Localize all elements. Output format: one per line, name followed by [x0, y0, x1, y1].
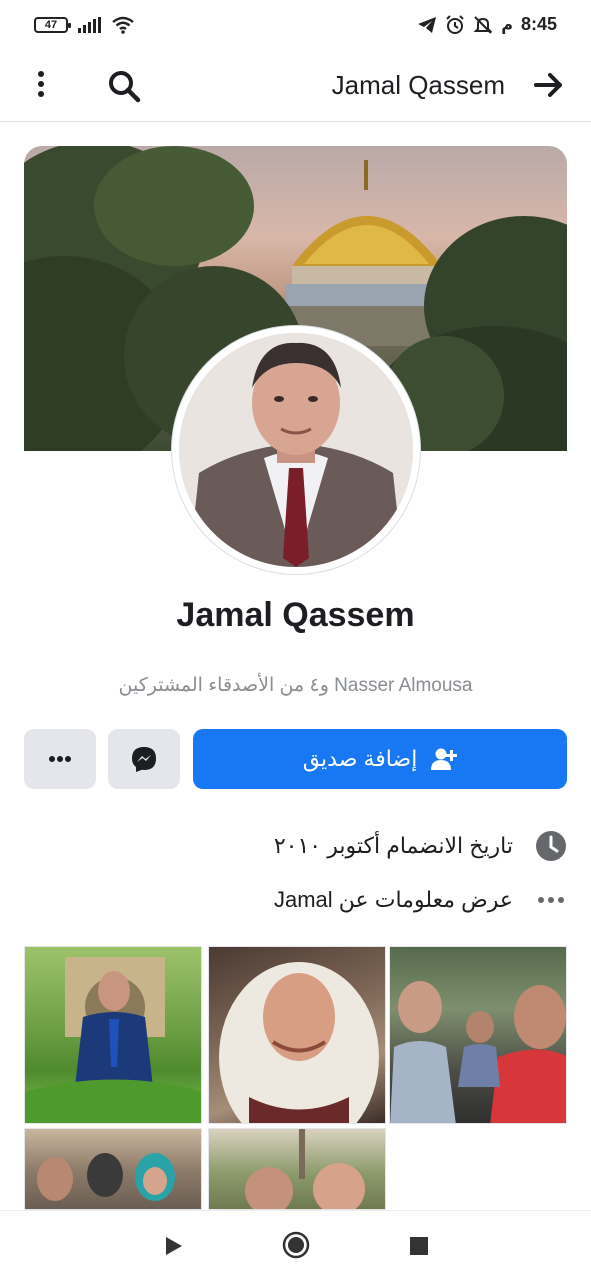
- clock: 8:45: [520, 14, 557, 34]
- battery-icon: 47: [34, 17, 71, 33]
- wifi-icon: [112, 16, 134, 34]
- signal-icon: [78, 17, 101, 33]
- photo-thumbnail[interactable]: [24, 946, 202, 1124]
- search-icon[interactable]: [106, 68, 142, 104]
- back-triangle-icon[interactable]: [164, 1235, 184, 1257]
- recent-apps-square-icon[interactable]: [409, 1236, 429, 1256]
- joined-date-row: تاريخ الانضمام أكتوبر ٢٠١٠: [24, 826, 567, 866]
- avatar: [179, 333, 413, 567]
- more-vertical-icon[interactable]: [26, 70, 56, 98]
- photo-thumbnail[interactable]: [208, 946, 386, 1124]
- alarm-icon: [446, 14, 464, 34]
- add-person-icon: [431, 748, 458, 770]
- photo-thumbnail[interactable]: [24, 1128, 202, 1210]
- mutual-friend-name[interactable]: Nasser Almousa: [334, 675, 472, 696]
- joined-date: تاريخ الانضمام أكتوبر ٢٠١٠: [273, 833, 513, 858]
- messenger-icon: [132, 747, 156, 772]
- profile-picture[interactable]: [172, 326, 420, 574]
- telegram-icon: [418, 16, 437, 33]
- status-right: م 8:45: [417, 14, 557, 35]
- clock-icon: [535, 830, 567, 862]
- message-button[interactable]: [108, 729, 180, 789]
- mutual-friends[interactable]: Nasser Almousa و٤ من الأصدقاء المشتركين: [0, 674, 591, 697]
- photo-thumbnail[interactable]: [208, 1128, 386, 1210]
- add-friend-label: إضافة صديق: [302, 746, 418, 771]
- more-options-button[interactable]: [24, 729, 96, 789]
- more-horizontal-icon: [535, 884, 567, 916]
- home-circle-icon[interactable]: [282, 1231, 310, 1259]
- profile-name: Jamal Qassem: [176, 596, 415, 634]
- status-left: 47: [34, 16, 135, 34]
- mutual-friends-suffix: و٤ من الأصدقاء المشتركين: [118, 675, 329, 696]
- system-navigation-bar: [0, 1210, 591, 1280]
- time-period: م: [501, 16, 513, 34]
- page-title: Jamal Qassem: [331, 70, 505, 100]
- battery-level: 47: [44, 19, 58, 31]
- about-info-link[interactable]: عرض معلومات عن Jamal: [274, 887, 513, 913]
- more-horizontal-icon: [49, 756, 71, 762]
- add-friend-button[interactable]: إضافة صديق: [193, 729, 567, 789]
- arrow-right-icon[interactable]: [533, 70, 565, 100]
- status-bar: 47 م 8:45: [0, 0, 591, 56]
- notifications-off-icon: [473, 15, 493, 34]
- about-info-row[interactable]: عرض معلومات عن Jamal: [24, 880, 567, 920]
- top-navigation: Jamal Qassem: [0, 56, 591, 122]
- photo-thumbnail[interactable]: [389, 946, 567, 1124]
